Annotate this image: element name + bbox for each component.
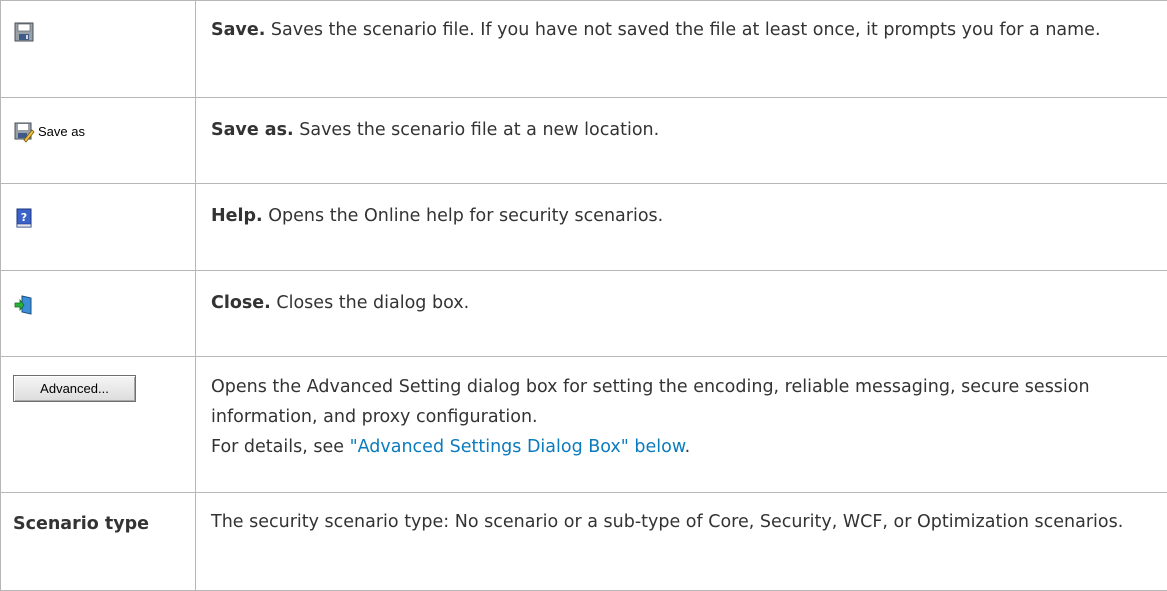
term-label: Save as. [211, 120, 294, 140]
ui-element-cell [1, 271, 196, 357]
table-row: ? Help. Opens the Online help for securi… [1, 184, 1167, 271]
ui-element-cell: Advanced... [1, 357, 196, 493]
ui-element-cell: Save as [1, 98, 196, 184]
details-prefix: For details, see [211, 437, 350, 457]
ui-element-cell: ? [1, 184, 196, 271]
save-as-icon [13, 121, 35, 143]
ui-element-cell [1, 1, 196, 98]
description-text: Opens the Online help for security scena… [268, 206, 663, 226]
table-row: Scenario type The security scenario type… [1, 493, 1167, 591]
description-cell: Help. Opens the Online help for security… [196, 184, 1167, 271]
description-text: Saves the scenario file. If you have not… [271, 20, 1101, 40]
description-cell: The security scenario type: No scenario … [196, 493, 1167, 591]
advanced-settings-link[interactable]: "Advanced Settings Dialog Box" below [350, 437, 685, 457]
close-exit-icon[interactable] [13, 294, 35, 316]
ui-element-cell: Scenario type [1, 493, 196, 591]
description-text: Opens the Advanced Setting dialog box fo… [211, 377, 1090, 427]
scenario-type-label: Scenario type [13, 514, 149, 534]
term-label: Close. [211, 293, 271, 313]
term-label: Help. [211, 206, 263, 226]
description-cell: Save. Saves the scenario file. If you ha… [196, 1, 1167, 98]
table-row: Advanced... Opens the Advanced Setting d… [1, 357, 1167, 493]
table-row: Save. Saves the scenario file. If you ha… [1, 1, 1167, 98]
advanced-button[interactable]: Advanced... [13, 375, 136, 402]
reference-table: Save. Saves the scenario file. If you ha… [0, 0, 1167, 591]
description-cell: Save as. Saves the scenario file at a ne… [196, 98, 1167, 184]
save-as-toolbar-item[interactable]: Save as [13, 117, 85, 147]
table-row: Save as Save as. Saves the scenario file… [1, 98, 1167, 184]
description-cell: Opens the Advanced Setting dialog box fo… [196, 357, 1167, 493]
help-book-icon[interactable]: ? [13, 207, 35, 229]
floppy-save-icon [13, 21, 35, 43]
svg-text:?: ? [21, 211, 27, 224]
description-text: Saves the scenario file at a new locatio… [299, 120, 659, 140]
save-as-label: Save as [38, 117, 85, 147]
description-cell: Close. Closes the dialog box. [196, 271, 1167, 357]
details-suffix: . [685, 437, 691, 457]
term-label: Save. [211, 20, 265, 40]
table-row: Close. Closes the dialog box. [1, 271, 1167, 357]
description-text: The security scenario type: No scenario … [211, 512, 1123, 532]
description-text: Closes the dialog box. [276, 293, 469, 313]
